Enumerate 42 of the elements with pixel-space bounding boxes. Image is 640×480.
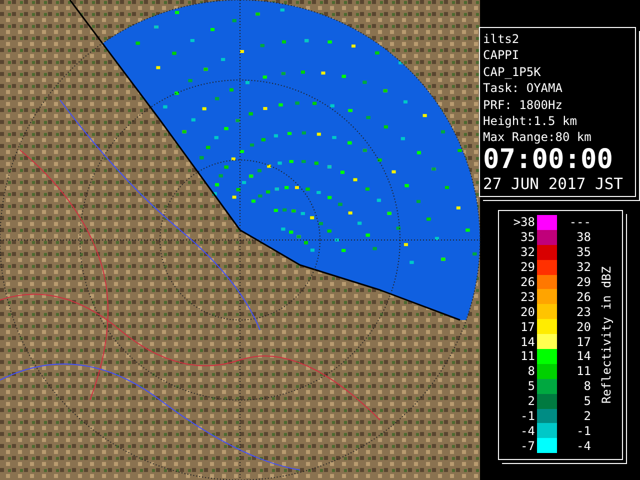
info-text: CAPPI — [483, 47, 520, 64]
legend-label: -4 — [520, 424, 536, 438]
legend-label: 29 — [576, 275, 592, 289]
legend-label: 35 — [520, 230, 536, 244]
time-text: 07:00:00 — [483, 146, 614, 174]
legend-label: 11 — [576, 364, 592, 378]
legend-label: 5 — [582, 394, 592, 408]
legend-label: 32 — [576, 260, 592, 274]
legend-label: 20 — [520, 304, 536, 319]
legend-label: 17 — [576, 334, 592, 349]
info-text: PRF: 1800Hz — [483, 96, 564, 114]
legend-label: 35 — [576, 245, 592, 260]
legend-label: 14 — [520, 334, 536, 349]
legend-label: 2 — [526, 394, 536, 408]
legend-title: Reflectivity in dBZ — [600, 266, 614, 404]
legend-label: 8 — [526, 364, 536, 378]
legend-label: 2 — [582, 409, 592, 424]
legend-label: 38 — [576, 230, 592, 244]
legend-label: -1 — [520, 409, 536, 424]
legend-label: 8 — [582, 379, 592, 394]
legend-label: 26 — [576, 290, 592, 304]
legend-label: 23 — [576, 304, 592, 319]
legend-label: 32 — [520, 245, 536, 260]
legend-label: -4 — [576, 438, 592, 453]
info-text: Task: OYAMA — [483, 80, 564, 97]
legend-label: 26 — [520, 275, 536, 289]
legend-label: 5 — [526, 379, 536, 394]
legend-label: --- — [568, 215, 592, 230]
legend-label: 17 — [520, 320, 536, 334]
legend-label: >38 — [512, 215, 536, 230]
info-text: CAP_1P5K — [483, 64, 542, 80]
legend-label: -7 — [520, 438, 536, 453]
info-text: Height:1.5 km — [483, 113, 578, 130]
legend-label: 23 — [520, 290, 536, 304]
legend-label: 14 — [576, 349, 592, 364]
info-text: Max Range:80 km — [483, 129, 592, 146]
legend-label: 29 — [520, 260, 536, 274]
legend-label: -1 — [576, 424, 592, 438]
date-text: 27 JUN 2017 JST — [483, 174, 624, 194]
legend-label: 11 — [520, 349, 536, 364]
legend-label: 20 — [576, 320, 592, 334]
info-text: ilts2 — [483, 31, 520, 48]
